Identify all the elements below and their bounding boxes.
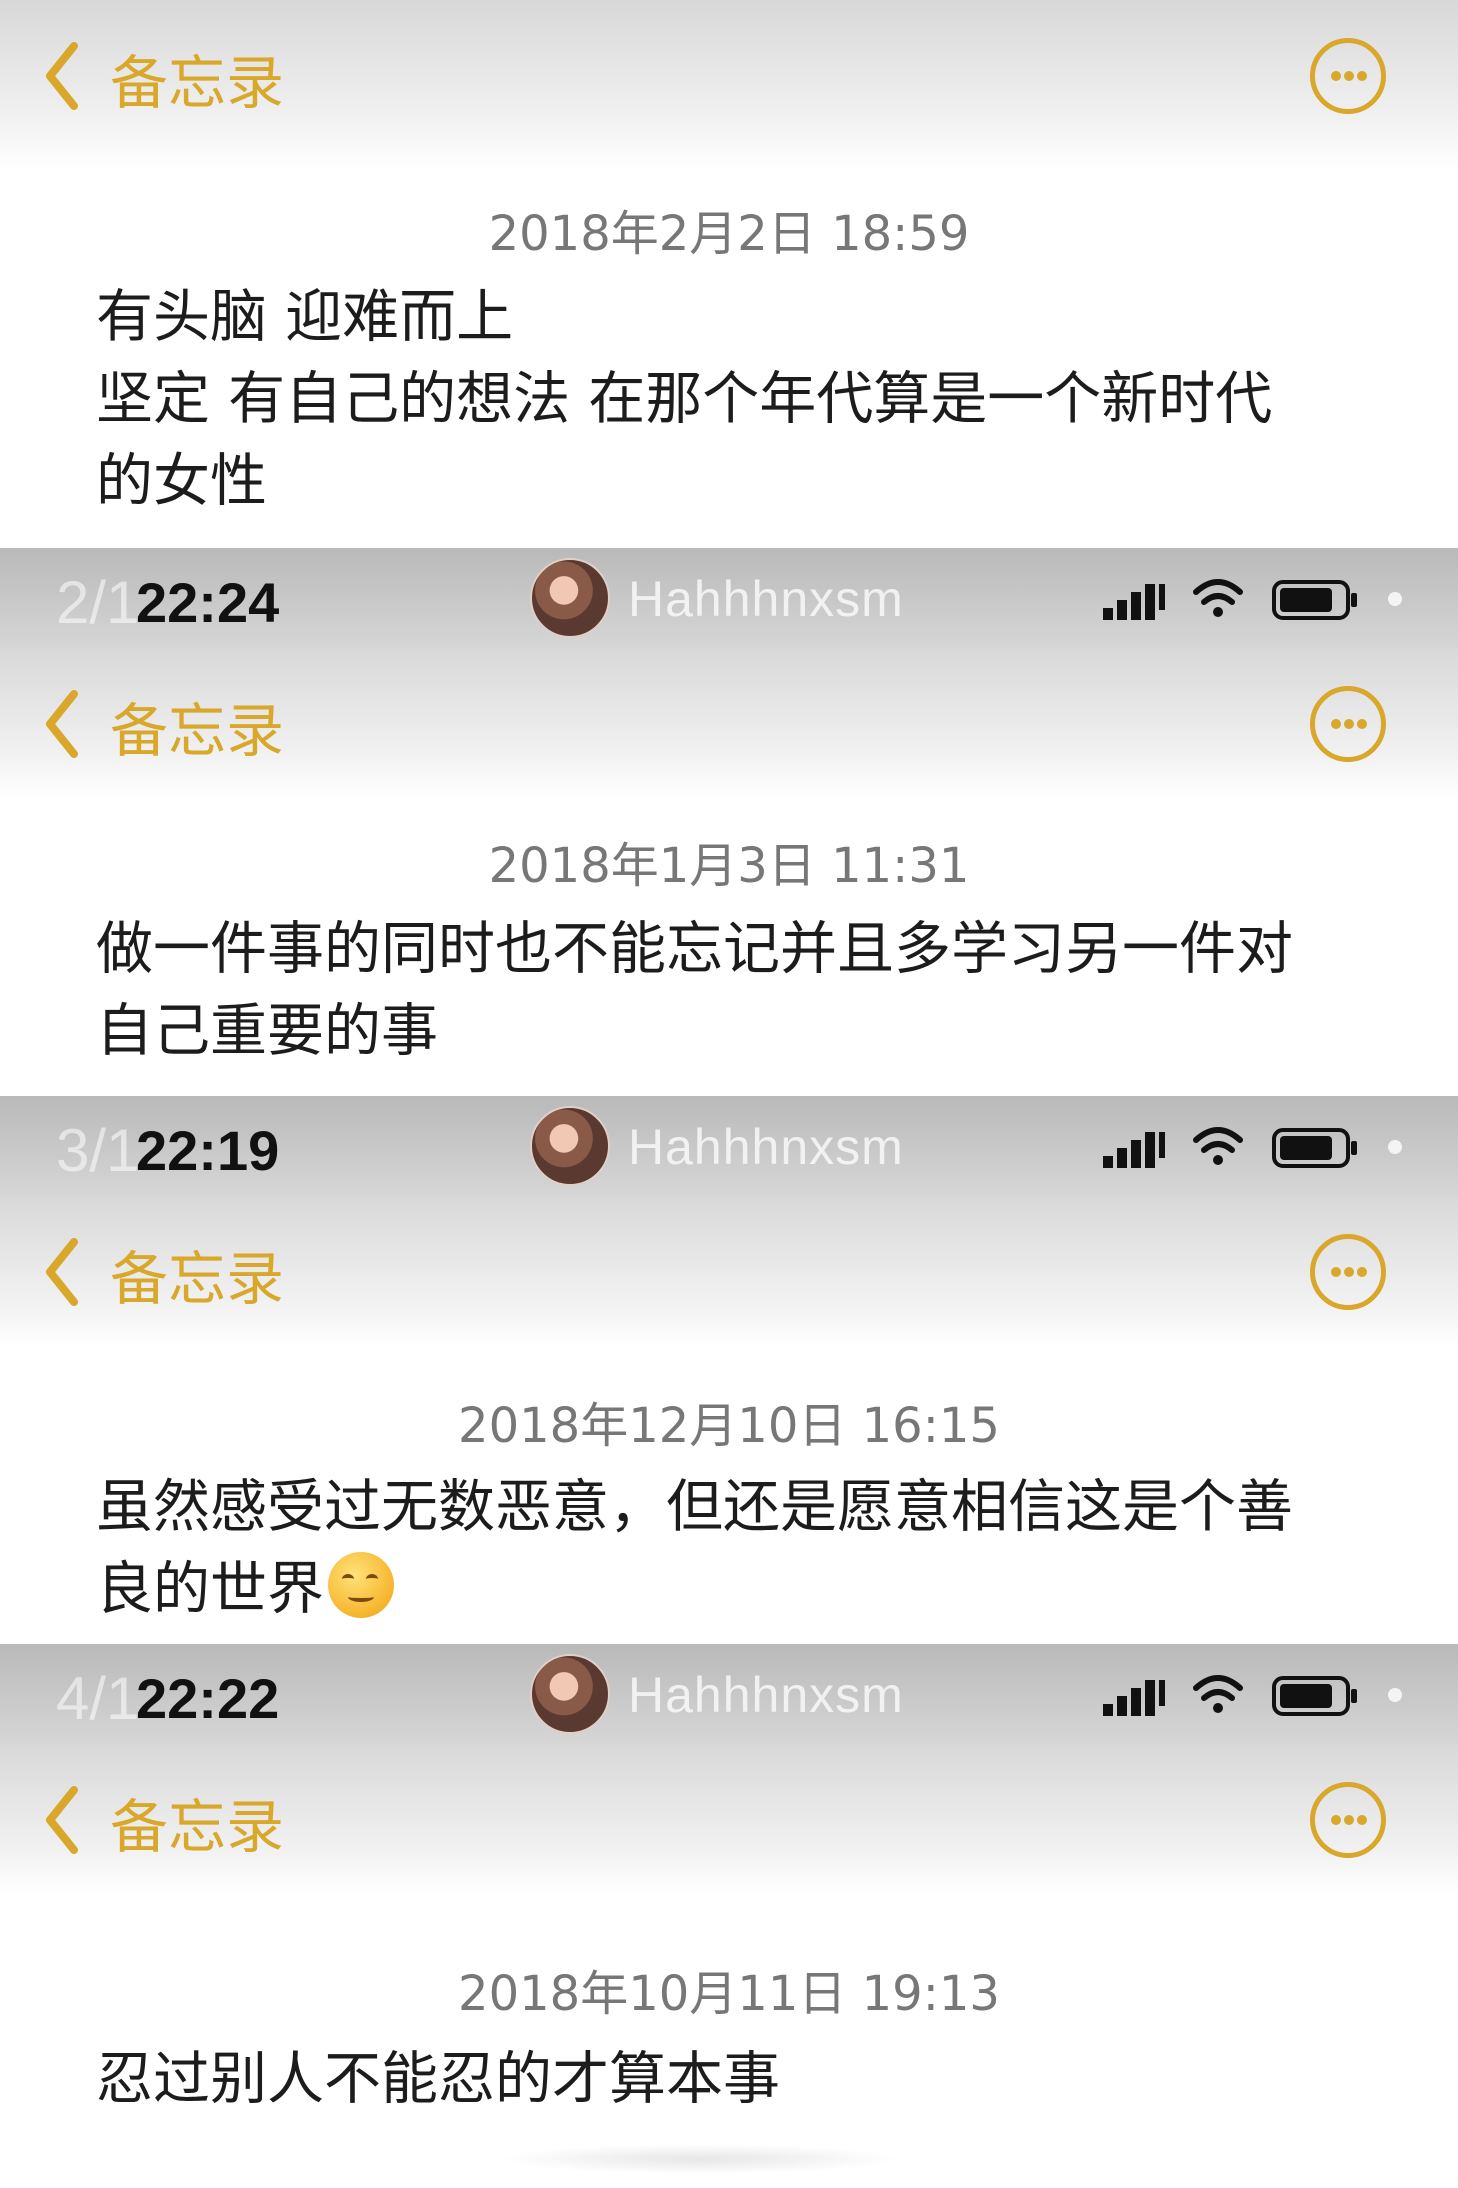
avatar bbox=[530, 1106, 610, 1186]
note-date: 2018年12月10日 16:15 bbox=[458, 1398, 1000, 1454]
signal-icon bbox=[1103, 1680, 1165, 1716]
status-time: 22:19 bbox=[136, 1119, 280, 1182]
note-line: 良的世界 bbox=[96, 1556, 324, 1622]
wifi-icon bbox=[1193, 1127, 1243, 1165]
more-options-icon[interactable] bbox=[1310, 1782, 1386, 1858]
wifi-icon bbox=[1193, 1675, 1243, 1713]
battery-icon bbox=[1272, 580, 1357, 620]
status-time: 22:22 bbox=[136, 1667, 280, 1730]
note-line: 自己重要的事 bbox=[96, 998, 438, 1064]
more-options-icon[interactable] bbox=[1310, 686, 1386, 762]
note-panel-4: 4/1 22:22 Hahhhnxsm 备忘录 2018年10月11日 19:1… bbox=[0, 1644, 1458, 2188]
back-button[interactable]: 备忘录 bbox=[110, 1780, 284, 1864]
nav-bar: 备忘录 bbox=[0, 1744, 1458, 1894]
note-line: 忍过别人不能忍的才算本事 bbox=[96, 2046, 780, 2112]
bottom-edge bbox=[500, 2144, 900, 2174]
note-body: 忍过别人不能忍的才算本事 bbox=[96, 2038, 1356, 2120]
username: Hahhhnxsm bbox=[628, 1667, 904, 1723]
status-bar: 4/1 22:22 Hahhhnxsm bbox=[0, 1644, 1458, 1744]
avatar bbox=[530, 1654, 610, 1734]
note-line: 做一件事的同时也不能忘记并且多学习另一件对 bbox=[96, 916, 1293, 982]
signal-icon bbox=[1103, 1132, 1165, 1168]
back-button[interactable]: 备忘录 bbox=[110, 36, 284, 120]
nav-bar: 备忘录 bbox=[0, 1196, 1458, 1346]
note-line: 有头脑 迎难而上 bbox=[96, 284, 514, 350]
note-line: 的女性 bbox=[96, 448, 267, 514]
note-date: 2018年2月2日 18:59 bbox=[488, 206, 970, 262]
page-index: 2/1 bbox=[56, 569, 140, 636]
note-panel-3: 3/1 22:19 Hahhhnxsm 备忘录 2018年12月10日 16:1… bbox=[0, 1096, 1458, 1644]
note-line-with-emoji: 良的世界 bbox=[96, 1548, 1356, 1630]
note-line: 虽然感受过无数恶意，但还是愿意相信这是个善 bbox=[96, 1474, 1293, 1540]
username: Hahhhnxsm bbox=[628, 1119, 904, 1175]
nav-bar: 备忘录 bbox=[0, 0, 1458, 170]
note-date: 2018年1月3日 11:31 bbox=[488, 838, 970, 894]
back-button[interactable]: 备忘录 bbox=[110, 684, 284, 768]
note-line: 坚定 有自己的想法 在那个年代算是一个新时代 bbox=[96, 366, 1273, 432]
note-panel-2: 2/1 22:24 Hahhhnxsm 备忘录 2018年1月3日 11:31 … bbox=[0, 548, 1458, 1096]
username: Hahhhnxsm bbox=[628, 571, 904, 627]
avatar bbox=[530, 558, 610, 638]
battery-icon bbox=[1272, 1128, 1357, 1168]
status-dot bbox=[1388, 1688, 1402, 1702]
status-time: 22:24 bbox=[136, 571, 280, 634]
battery-icon bbox=[1272, 1676, 1357, 1716]
back-chevron-icon[interactable] bbox=[40, 1784, 84, 1856]
status-dot bbox=[1388, 592, 1402, 606]
back-chevron-icon[interactable] bbox=[40, 40, 84, 112]
note-body: 做一件事的同时也不能忘记并且多学习另一件对 自己重要的事 bbox=[96, 908, 1356, 1072]
note-body: 有头脑 迎难而上 坚定 有自己的想法 在那个年代算是一个新时代 的女性 bbox=[96, 276, 1356, 522]
back-chevron-icon[interactable] bbox=[40, 1236, 84, 1308]
note-date: 2018年10月11日 19:13 bbox=[458, 1966, 1000, 2022]
more-options-icon[interactable] bbox=[1310, 1234, 1386, 1310]
status-bar: 2/1 22:24 Hahhhnxsm bbox=[0, 548, 1458, 648]
note-body: 虽然感受过无数恶意，但还是愿意相信这是个善 良的世界 bbox=[96, 1466, 1356, 1630]
note-panel-1: 备忘录 2018年2月2日 18:59 有头脑 迎难而上 坚定 有自己的想法 在… bbox=[0, 0, 1458, 548]
signal-icon bbox=[1103, 584, 1165, 620]
back-chevron-icon[interactable] bbox=[40, 688, 84, 760]
smiling-face-emoji-icon bbox=[328, 1552, 394, 1618]
wifi-icon bbox=[1193, 579, 1243, 617]
status-dot bbox=[1388, 1140, 1402, 1154]
status-bar: 3/1 22:19 Hahhhnxsm bbox=[0, 1096, 1458, 1196]
nav-bar: 备忘录 bbox=[0, 648, 1458, 798]
page-index: 3/1 bbox=[56, 1117, 140, 1184]
more-options-icon[interactable] bbox=[1310, 38, 1386, 114]
back-button[interactable]: 备忘录 bbox=[110, 1232, 284, 1316]
page-index: 4/1 bbox=[56, 1665, 140, 1732]
